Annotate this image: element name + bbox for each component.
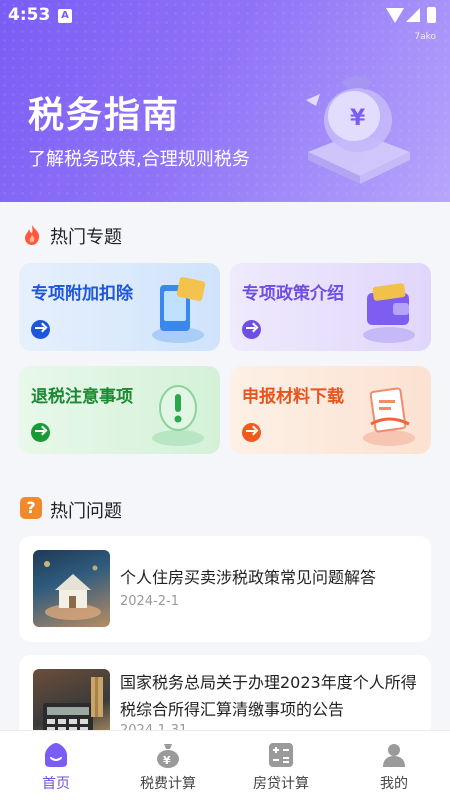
topic-card-policy-intro[interactable]: 专项政策介绍 (230, 263, 431, 351)
fire-icon (25, 225, 40, 245)
topics-section-header: 热门专题 (20, 222, 220, 248)
arrow-right-icon (242, 320, 261, 339)
topic-card-title: 专项政策介绍 (242, 284, 344, 304)
hero-subtitle: 了解税务政策,合理规则税务 (28, 149, 250, 170)
nav-label: 房贷计算 (253, 776, 309, 792)
svg-text:¥: ¥ (350, 106, 366, 131)
arrow-right-icon (31, 423, 50, 442)
money-bag-illustration: ¥ (306, 76, 410, 184)
battery-icon (427, 7, 436, 23)
nav-label: 税费计算 (140, 776, 196, 792)
hero-banner: 4:53 A 7ako 税务指南 了解税务政策,合理规则税务 ¥ (0, 0, 450, 202)
nav-label: 我的 (380, 776, 408, 792)
topic-card-materials-download[interactable]: 申报材料下载 (230, 366, 431, 454)
arrow-right-icon (242, 423, 261, 442)
question-icon: ? (20, 497, 42, 519)
svg-text:¥: ¥ (163, 754, 171, 767)
exclamation-shield-icon (152, 385, 204, 446)
topic-card-title: 退税注意事项 (31, 387, 133, 407)
status-icons (382, 6, 442, 26)
article-title: 个人住房买卖涉税政策常见问题解答 (120, 568, 377, 587)
topic-card-special-deduction[interactable]: 专项附加扣除 (19, 263, 220, 351)
hero-title: 税务指南 (28, 95, 181, 136)
section-title-questions: 热门问题 (50, 501, 122, 522)
nav-tab-home[interactable]: 首页 (0, 731, 112, 800)
document-stack-icon (363, 387, 415, 446)
house-thumbnail (33, 550, 110, 627)
bottom-nav: 首页 ¥ 税费计算 房贷计算 我的 (0, 730, 450, 800)
topic-card-title: 专项附加扣除 (31, 284, 133, 304)
article-title: 国家税务总局关于办理2023年度个人所得税综合所得汇算清缴事项的公告 (120, 673, 417, 719)
article-date: 2024-2-1 (120, 594, 180, 609)
wifi-icon (386, 8, 404, 23)
section-title-topics: 热门专题 (50, 227, 122, 248)
signal-icon (406, 8, 420, 22)
nav-tab-profile[interactable]: 我的 (338, 731, 450, 800)
phone-wallet-icon (152, 277, 206, 343)
calculator-icon (269, 743, 293, 767)
nav-label: 首页 (42, 776, 70, 792)
home-icon (45, 743, 67, 767)
article-card[interactable]: 个人住房买卖涉税政策常见问题解答 2024-2-1 (19, 536, 431, 642)
money-bag-icon: ¥ (157, 744, 179, 768)
watermark: 7ako (414, 32, 436, 42)
status-bar: 4:53 A (0, 0, 450, 32)
nav-tab-tax-calc[interactable]: ¥ 税费计算 (112, 731, 224, 800)
profile-icon (383, 744, 405, 767)
topic-card-refund-notes[interactable]: 退税注意事项 (19, 366, 220, 454)
wallet-icon (363, 283, 415, 343)
notification-icon: A (58, 9, 72, 23)
topic-card-title: 申报材料下载 (242, 387, 344, 407)
arrow-right-icon (31, 320, 50, 339)
nav-tab-mortgage-calc[interactable]: 房贷计算 (225, 731, 337, 800)
status-time: 4:53 (8, 5, 51, 25)
questions-section-header: ? 热门问题 (20, 496, 220, 522)
